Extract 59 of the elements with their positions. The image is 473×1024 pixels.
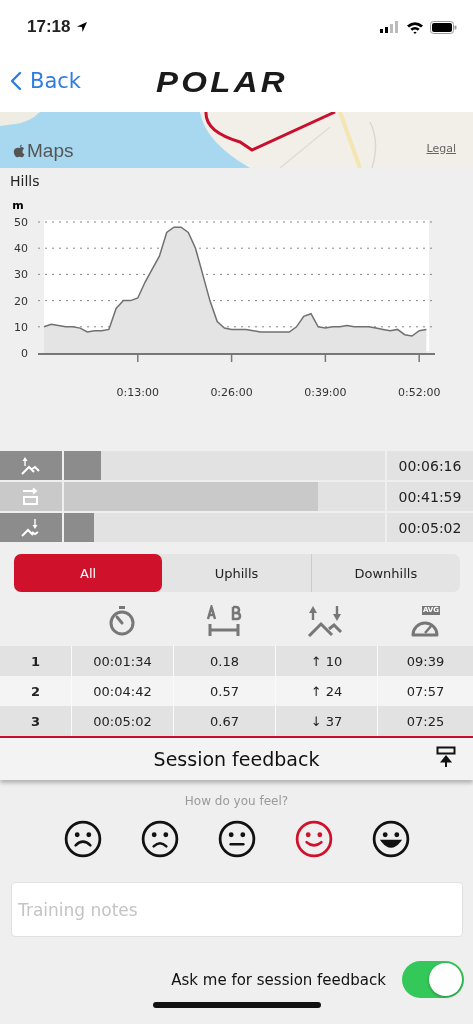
table-cell: ↑ 24 bbox=[275, 676, 377, 706]
table-cell: 09:39 bbox=[377, 646, 473, 676]
training-notes-field[interactable]: Training notes bbox=[11, 882, 463, 937]
y-tick-label: 20 bbox=[14, 294, 28, 308]
lap-number: 3 bbox=[0, 706, 71, 736]
table-cell: 0.67 bbox=[173, 706, 275, 736]
battery-icon bbox=[430, 20, 457, 34]
chevron-left-icon bbox=[10, 71, 22, 91]
uphill-icon bbox=[20, 455, 42, 476]
filter-tab[interactable]: All bbox=[14, 554, 163, 592]
table-cell: 00:04:42 bbox=[71, 676, 173, 706]
table-cell: 0.18 bbox=[173, 646, 275, 676]
table-cell: 0.57 bbox=[173, 676, 275, 706]
x-tick-label: 0:13:00 bbox=[116, 386, 159, 399]
neutral-face-icon[interactable] bbox=[217, 820, 256, 858]
y-tick-label: 0 bbox=[21, 347, 28, 360]
ascent-descent-icon bbox=[307, 605, 345, 637]
feedback-title: Session feedback bbox=[153, 748, 320, 770]
maps-logo-icon bbox=[13, 144, 26, 158]
table-cell: 00:01:34 bbox=[71, 646, 173, 676]
very-sad-face-icon[interactable] bbox=[63, 820, 102, 858]
distance-ab-icon bbox=[205, 605, 243, 637]
x-tick-label: 0:52:00 bbox=[397, 386, 441, 399]
maps-attribution: Maps bbox=[27, 140, 74, 162]
location-arrow-icon bbox=[76, 21, 89, 33]
table-cell: 07:25 bbox=[377, 706, 473, 736]
legal-link[interactable]: Legal bbox=[426, 142, 456, 155]
stopwatch-icon bbox=[107, 605, 137, 637]
filter-tab[interactable]: Downhills bbox=[310, 554, 460, 592]
table-cell: 00:05:02 bbox=[71, 706, 173, 736]
lap-number: 1 bbox=[0, 646, 71, 676]
feedback-toggle[interactable] bbox=[402, 961, 464, 998]
duration-value: 00:41:59 bbox=[387, 482, 473, 511]
table-cell: ↓ 37 bbox=[275, 706, 377, 736]
axis-unit-label: m bbox=[12, 199, 24, 212]
back-button[interactable]: Back bbox=[10, 69, 81, 93]
wifi-icon bbox=[406, 20, 424, 34]
duration-value: 00:06:16 bbox=[387, 451, 473, 480]
section-title: Hills bbox=[9, 172, 41, 191]
sad-face-icon[interactable] bbox=[140, 820, 179, 858]
y-tick-label: 40 bbox=[14, 242, 28, 256]
very-happy-face-icon[interactable] bbox=[371, 820, 410, 858]
signal-icon bbox=[380, 21, 400, 33]
lap-number: 2 bbox=[0, 676, 71, 706]
status-time: 17:18 bbox=[27, 17, 71, 37]
y-tick-label: 50 bbox=[14, 216, 28, 229]
brand-logo: POLAR bbox=[156, 65, 288, 99]
upload-icon[interactable] bbox=[436, 746, 456, 768]
happy-face-icon[interactable] bbox=[294, 820, 333, 858]
x-tick-label: 0:26:00 bbox=[210, 386, 253, 399]
filter-tab[interactable]: Uphills bbox=[162, 554, 311, 592]
table-cell: 07:57 bbox=[377, 676, 473, 706]
y-tick-label: 10 bbox=[14, 320, 28, 334]
ask-feedback-label: Ask me for session feedback bbox=[171, 970, 386, 989]
feedback-question: How do you feel? bbox=[184, 794, 289, 808]
duration-value: 00:05:02 bbox=[387, 513, 473, 542]
y-tick-label: 30 bbox=[14, 268, 28, 282]
x-tick-label: 0:39:00 bbox=[304, 386, 347, 399]
table-cell: ↑ 10 bbox=[275, 646, 377, 676]
